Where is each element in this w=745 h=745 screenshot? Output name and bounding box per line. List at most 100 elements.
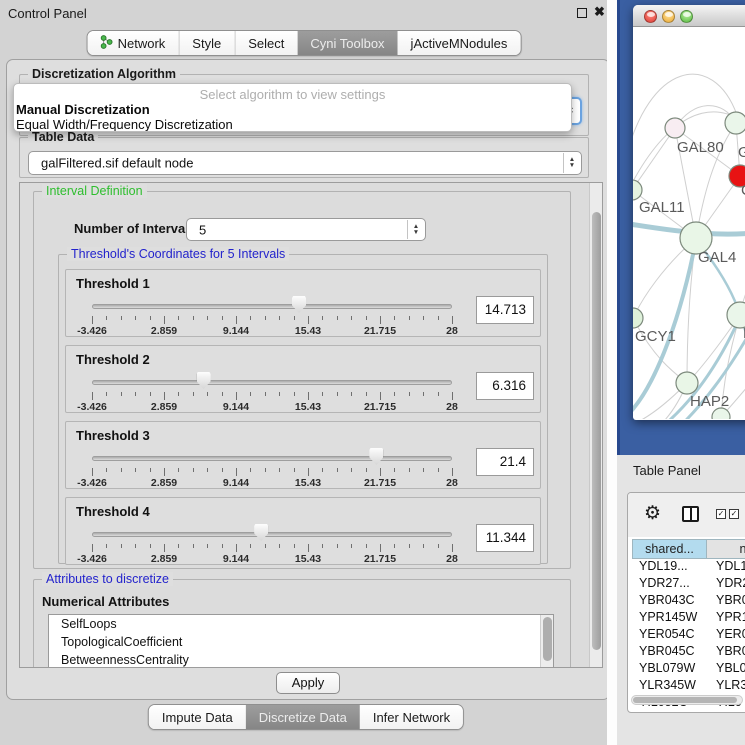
table-row[interactable]: YBR043C YBR0 <box>632 593 745 610</box>
cell-name: YBR0 <box>707 593 745 610</box>
attribute-list-item[interactable]: SelfLoops <box>49 615 553 633</box>
combo-stepper-icon[interactable]: ▲▼ <box>407 220 424 239</box>
tick-mark <box>164 468 165 476</box>
tick-mark <box>150 544 151 548</box>
threshold-value-field[interactable]: 21.4 <box>476 448 534 476</box>
tick-label: 2.859 <box>151 401 177 413</box>
slider-thumb[interactable] <box>292 296 306 313</box>
threshold-value-field[interactable]: 11.344 <box>476 524 534 552</box>
tick-mark <box>236 316 237 324</box>
checkbox-icon[interactable]: ✓ <box>729 509 739 519</box>
attribute-list-item[interactable]: BetweennessCentrality <box>49 651 553 668</box>
tick-mark <box>394 392 395 396</box>
list-scrollbar[interactable] <box>540 615 553 668</box>
numerical-attributes-label: Numerical Attributes <box>42 594 169 609</box>
network-window-titlebar[interactable] <box>633 5 745 27</box>
table-row[interactable]: YDL19... YDL1 <box>632 559 745 576</box>
tick-label: 28 <box>446 553 458 565</box>
cell-shared-name: YDL19... <box>632 559 707 576</box>
tick-label: 28 <box>446 325 458 337</box>
window-zoom-icon[interactable] <box>680 10 693 23</box>
tick-mark <box>135 468 136 472</box>
threshold-panel: Threshold 2 -3.4262.8599.14415.4321.7152… <box>65 345 541 413</box>
network-node[interactable] <box>676 372 698 394</box>
checkbox-icon[interactable]: ✓ <box>716 509 726 519</box>
bottom-tab[interactable]: Discretize Data <box>246 705 360 729</box>
tick-label: 21.715 <box>364 325 396 337</box>
number-of-intervals-combobox[interactable]: 5 ▲▼ <box>186 218 426 241</box>
algorithm-option[interactable]: Manual Discretization <box>14 102 571 117</box>
top-tab[interactable]: Network <box>88 31 179 55</box>
table-data-combobox[interactable]: galFiltered.sif default node ▲▼ <box>28 151 582 175</box>
network-node[interactable] <box>665 118 685 138</box>
slider-thumb[interactable] <box>197 372 211 389</box>
tick-label: 9.144 <box>223 325 249 337</box>
top-tab[interactable]: Cyni Toolbox <box>297 31 397 55</box>
cell-name: YPR1 <box>707 610 745 627</box>
tick-mark <box>164 544 165 552</box>
top-tab[interactable]: Style <box>178 31 234 55</box>
node-label: GCY1 <box>635 328 676 345</box>
table-row[interactable]: YLR345W YLR3 <box>632 678 745 695</box>
tick-mark <box>380 392 381 400</box>
slider-thumb[interactable] <box>369 448 383 465</box>
apply-button[interactable]: Apply <box>276 672 340 694</box>
float-icon[interactable] <box>577 8 587 18</box>
top-tab[interactable]: jActiveMNodules <box>398 31 521 55</box>
tick-mark <box>308 316 309 324</box>
table-row[interactable]: YPR145W YPR1 <box>632 610 745 627</box>
tick-mark <box>121 316 122 320</box>
cell-name: YDR2 <box>707 576 745 593</box>
cell-name: YLR3 <box>707 678 745 695</box>
slider-thumb[interactable] <box>254 524 268 541</box>
pane-divider[interactable] <box>607 0 617 745</box>
top-tab[interactable]: Select <box>234 31 297 55</box>
tick-label: 21.715 <box>364 401 396 413</box>
tick-mark <box>207 316 208 320</box>
combo-stepper-icon[interactable]: ▲▼ <box>563 153 580 173</box>
tick-mark <box>92 468 93 476</box>
table-row[interactable]: YBR045C YBR0 <box>632 644 745 661</box>
threshold-value-field[interactable]: 6.316 <box>476 372 534 400</box>
threshold-value-field[interactable]: 14.713 <box>476 296 534 324</box>
tick-mark <box>92 392 93 400</box>
edge <box>633 128 675 190</box>
tick-label: 28 <box>446 401 458 413</box>
tick-mark <box>438 316 439 320</box>
bottom-tab[interactable]: Infer Network <box>360 705 463 729</box>
column-header-shared-name[interactable]: shared... <box>632 539 707 559</box>
tick-mark <box>366 392 367 396</box>
bottom-tab[interactable]: Impute Data <box>149 705 246 729</box>
algorithm-group-title: Discretization Algorithm <box>28 67 180 81</box>
tick-label: 2.859 <box>151 477 177 489</box>
tick-mark <box>394 468 395 472</box>
network-node[interactable] <box>725 112 745 134</box>
split-view-icon[interactable] <box>682 506 699 522</box>
top-tab-label: Network <box>118 36 166 51</box>
table-hscrollbar[interactable] <box>631 695 743 705</box>
algorithm-option[interactable]: Equal Width/Frequency Discretization <box>14 117 571 132</box>
bottom-tab-label: Infer Network <box>373 710 450 725</box>
number-of-intervals-value: 5 <box>199 222 206 237</box>
tick-mark <box>394 544 395 548</box>
table-row[interactable]: YBL079W YBL0 <box>632 661 745 678</box>
control-panel-titlebar: Control Panel ✖ <box>0 0 617 26</box>
tick-mark <box>178 544 179 548</box>
table-row[interactable]: YER054C YER0 <box>632 627 745 644</box>
tick-mark <box>438 392 439 396</box>
attribute-list-item[interactable]: TopologicalCoefficient <box>49 633 553 651</box>
window-close-icon[interactable] <box>644 10 657 23</box>
tick-mark <box>322 316 323 320</box>
threshold-label: Threshold 1 <box>76 276 150 291</box>
node-label: GAL80 <box>677 139 724 156</box>
gear-icon[interactable]: ⚙ <box>644 502 661 525</box>
tick-mark <box>279 316 280 320</box>
table-row[interactable]: YDR27... YDR2 <box>632 576 745 593</box>
tick-label: -3.426 <box>77 401 107 413</box>
settings-scrollbar[interactable] <box>589 183 602 667</box>
network-canvas[interactable]: GAL80GACGAL11GAL4GCY1HHAP2 <box>633 27 745 419</box>
window-minimize-icon[interactable] <box>662 10 675 23</box>
close-icon[interactable]: ✖ <box>594 4 605 20</box>
network-node[interactable] <box>633 308 643 328</box>
column-header-name[interactable]: na <box>707 539 745 559</box>
